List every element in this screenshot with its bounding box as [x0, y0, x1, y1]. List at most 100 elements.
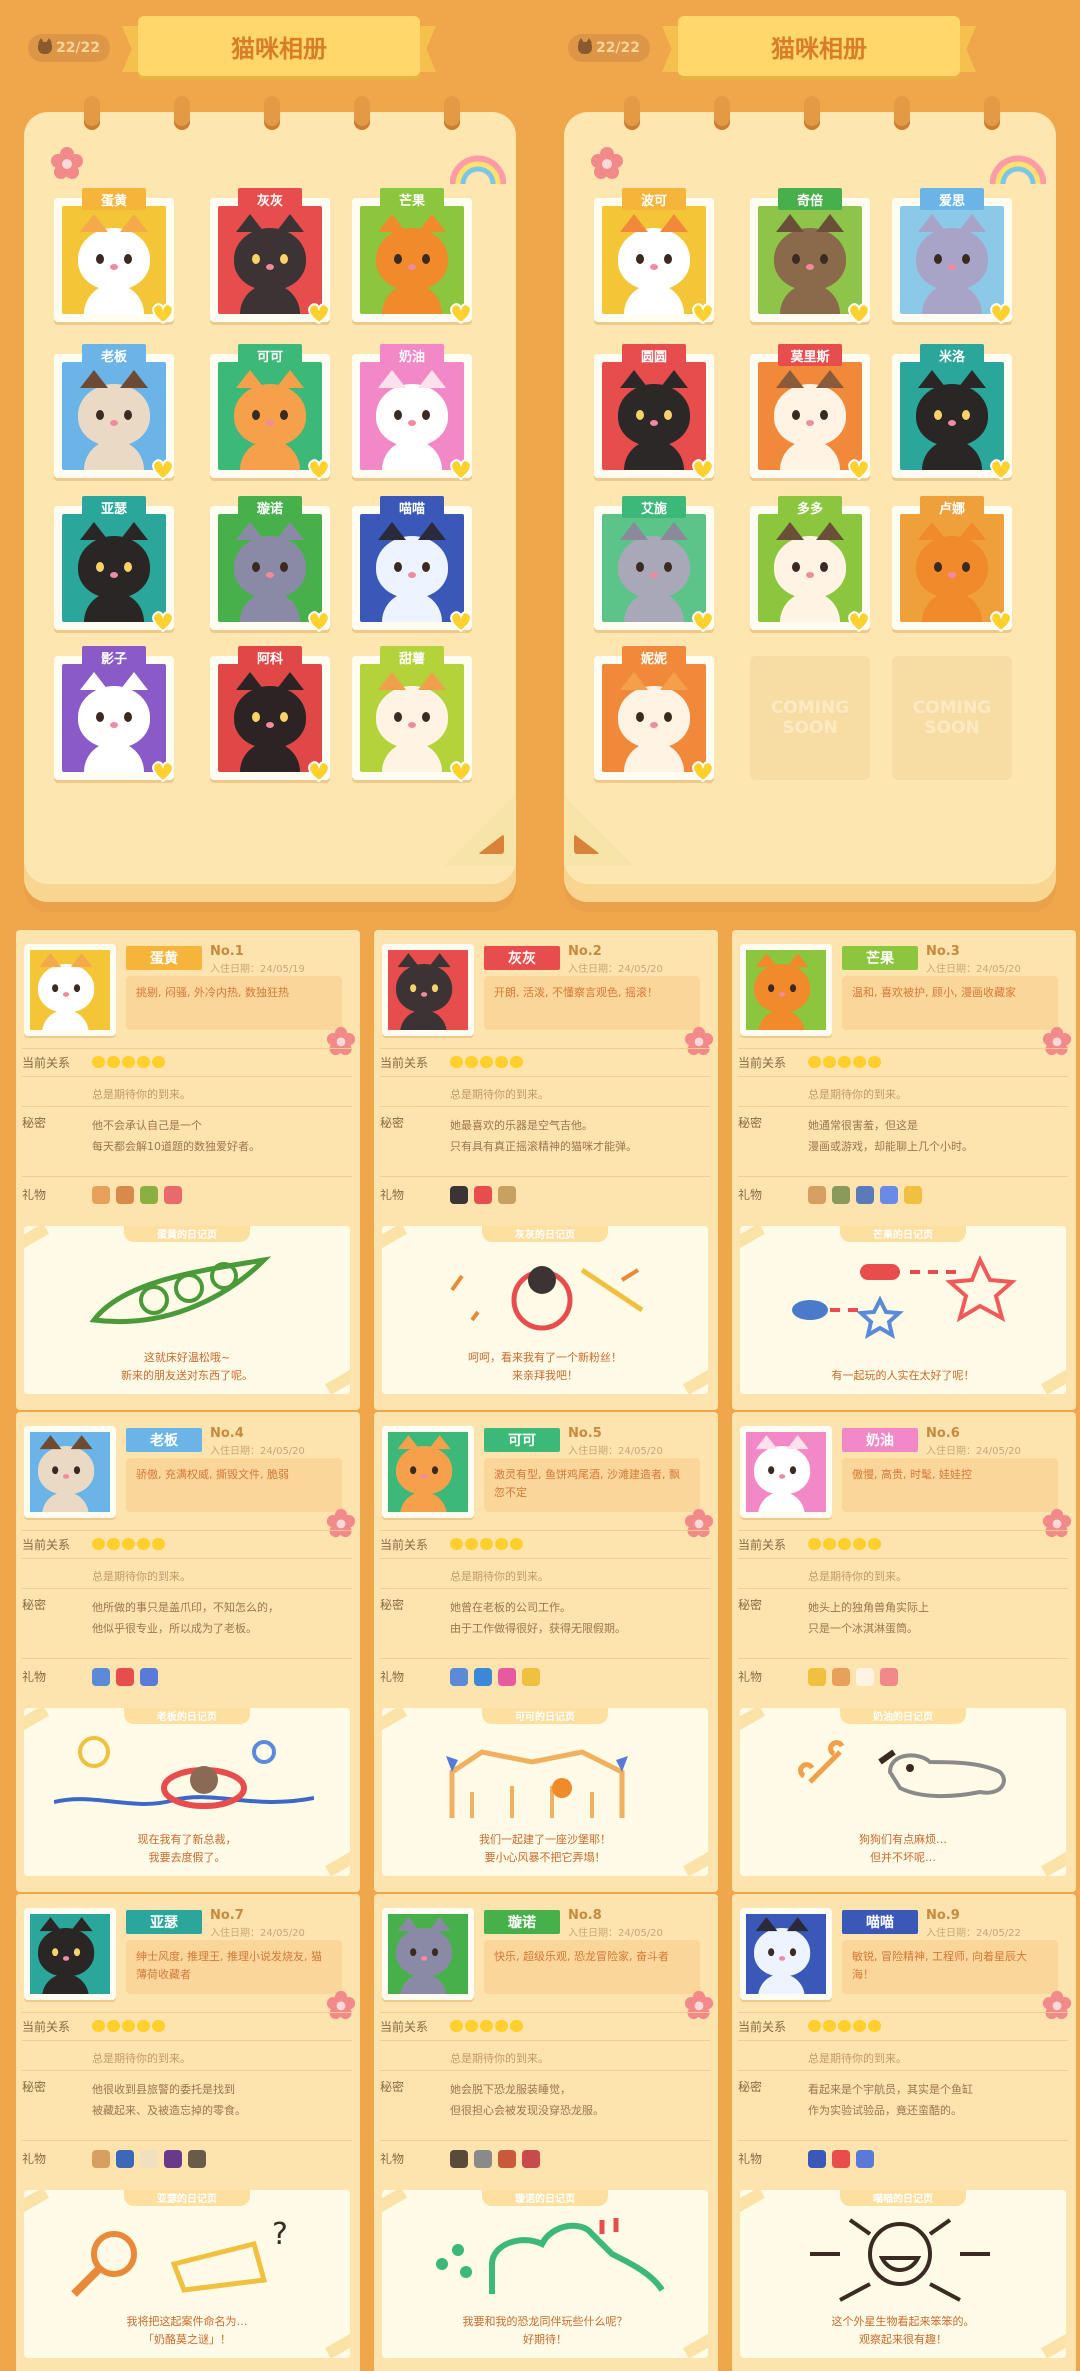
secret-line: 他所做的事只是盖爪印，不知怎么的， — [92, 1601, 279, 1614]
cat-card[interactable]: 蛋黄 — [54, 188, 174, 325]
relation-label: 当前关系 — [738, 2020, 787, 2034]
cat-card[interactable]: 老板 — [54, 344, 174, 481]
gift-icon[interactable] — [92, 1668, 110, 1686]
diary-page[interactable]: 亚瑟的日记页? 我将把这起案件命名为… 「奶酪莫之谜」！ — [24, 2190, 350, 2358]
heart-icon — [480, 2020, 493, 2032]
gift-icon[interactable] — [832, 2150, 850, 2168]
gift-icon[interactable] — [188, 2150, 206, 2168]
divider — [738, 1048, 1068, 1049]
gift-icon[interactable] — [140, 1668, 158, 1686]
gift-icon[interactable] — [498, 2150, 516, 2168]
gift-icon[interactable] — [116, 1668, 134, 1686]
relation-hearts — [92, 1056, 165, 1068]
gift-icon[interactable] — [808, 1186, 826, 1204]
gift-icon[interactable] — [498, 1186, 516, 1204]
divider — [22, 1658, 352, 1659]
cat-card[interactable]: 影子 — [54, 646, 174, 783]
diary-page[interactable]: 可可的日记页 我们一起建了一座沙堡耶！ 要小心风暴不把它弄塌！ — [382, 1708, 708, 1876]
cat-nose — [110, 722, 118, 728]
cat-eye — [664, 712, 672, 722]
gift-icon[interactable] — [832, 1668, 850, 1686]
gift-icon[interactable] — [92, 1186, 110, 1204]
gift-icon[interactable] — [498, 1668, 516, 1686]
cat-ear — [39, 1917, 62, 1932]
cat-card[interactable]: 可可 — [210, 344, 330, 481]
diary-page[interactable]: 喵喵的日记页 这个外星生物看起来笨笨的。 观察起来很有趣！ — [740, 2190, 1066, 2358]
cat-card[interactable]: 爱思 — [892, 188, 1012, 325]
gift-icon[interactable] — [450, 1668, 468, 1686]
gift-icon[interactable] — [880, 1668, 898, 1686]
cat-card[interactable]: 圆圆 — [594, 344, 714, 481]
gift-icon[interactable] — [450, 2150, 468, 2168]
cat-card[interactable]: 灰灰 — [210, 188, 330, 325]
gift-icon[interactable] — [92, 2150, 110, 2168]
binder-ring — [174, 96, 190, 130]
diary-page[interactable]: 奶油的日记页 狗狗们有点麻烦… 但并不坏呢… — [740, 1708, 1066, 1876]
cat-portrait — [746, 1914, 826, 1994]
cat-card[interactable]: 亚瑟 — [54, 496, 174, 633]
heart-icon — [152, 2020, 165, 2032]
cat-face — [234, 214, 306, 290]
cat-card[interactable]: 米洛 — [892, 344, 1012, 481]
gift-icon[interactable] — [116, 2150, 134, 2168]
cat-card[interactable]: 莫里斯 — [750, 344, 870, 481]
cat-portrait — [900, 206, 1004, 314]
gift-icon[interactable] — [880, 1186, 898, 1204]
diary-page[interactable]: 璇诺的日记页 我要和我的恐龙同伴玩些什么呢？ 好期待！ — [382, 2190, 708, 2358]
cat-card[interactable]: 波可 — [594, 188, 714, 325]
diary-page[interactable]: 灰灰的日记页 呵呵，看来我有了一个新粉丝！ 来亲拜我吧！ — [382, 1226, 708, 1394]
relation-hearts — [92, 1538, 165, 1550]
cat-portrait — [30, 950, 110, 1030]
gift-icon[interactable] — [164, 1186, 182, 1204]
cat-card[interactable]: 喵喵 — [352, 496, 472, 633]
tape-deco — [24, 1708, 49, 1731]
cat-eye — [664, 562, 672, 572]
secret-label: 秘密 — [22, 1116, 47, 1130]
diary-page[interactable]: 老板的日记页 现在我有了新总裁， 我要去度假了。 — [24, 1708, 350, 1876]
gift-icon[interactable] — [856, 1186, 874, 1204]
cat-card[interactable]: 芒果 — [352, 188, 472, 325]
cat-card[interactable]: 甜薯 — [352, 646, 472, 783]
cat-ear — [786, 953, 809, 968]
divider — [738, 1076, 1068, 1077]
cat-card[interactable]: 卢娜 — [892, 496, 1012, 633]
gift-icon[interactable] — [140, 2150, 158, 2168]
cat-body — [758, 1974, 805, 1994]
cat-card[interactable]: 妮妮 — [594, 646, 714, 783]
gift-icon[interactable] — [450, 1186, 468, 1204]
cat-ear — [397, 1435, 420, 1450]
heart-icon — [692, 459, 714, 481]
cat-ear — [958, 370, 986, 388]
cat-card[interactable]: 艾旎 — [594, 496, 714, 633]
cat-eye — [394, 410, 402, 420]
diary-page[interactable]: 蛋黄的日记页 这就床好温松哦~ 新来的朋友送对东西了呢。 — [24, 1226, 350, 1394]
cat-nose — [62, 1474, 70, 1479]
gift-icon[interactable] — [474, 1186, 492, 1204]
gift-icon[interactable] — [522, 2150, 540, 2168]
gift-icon[interactable] — [832, 1186, 850, 1204]
gift-icon[interactable] — [140, 1186, 158, 1204]
gift-icon[interactable] — [856, 1668, 874, 1686]
gift-icon[interactable] — [808, 2150, 826, 2168]
gift-icon[interactable] — [164, 2150, 182, 2168]
gift-icon[interactable] — [474, 1668, 492, 1686]
cat-portrait — [218, 514, 322, 622]
album-title: 猫咪相册 — [771, 34, 867, 63]
heart-icon — [152, 303, 174, 325]
cat-card[interactable]: 奇倍 — [750, 188, 870, 325]
gift-icon[interactable] — [856, 2150, 874, 2168]
cat-card[interactable]: 奶油 — [352, 344, 472, 481]
cat-ear — [776, 370, 804, 388]
cat-card[interactable]: 阿科 — [210, 646, 330, 783]
cat-card[interactable]: 璇诺 — [210, 496, 330, 633]
gift-icon[interactable] — [474, 2150, 492, 2168]
gift-icon[interactable] — [116, 1186, 134, 1204]
divider — [22, 2040, 352, 2041]
tape-deco — [382, 1708, 407, 1731]
gift-icon[interactable] — [904, 1186, 922, 1204]
gift-icon[interactable] — [522, 1668, 540, 1686]
cat-card[interactable]: 多多 — [750, 496, 870, 633]
gift-icon[interactable] — [808, 1668, 826, 1686]
trait-list: 傲慢, 高贵, 时髦, 娃娃控 — [842, 1458, 1058, 1512]
diary-page[interactable]: 芒果的日记页 有一起玩的人实在太好了呢！ — [740, 1226, 1066, 1394]
